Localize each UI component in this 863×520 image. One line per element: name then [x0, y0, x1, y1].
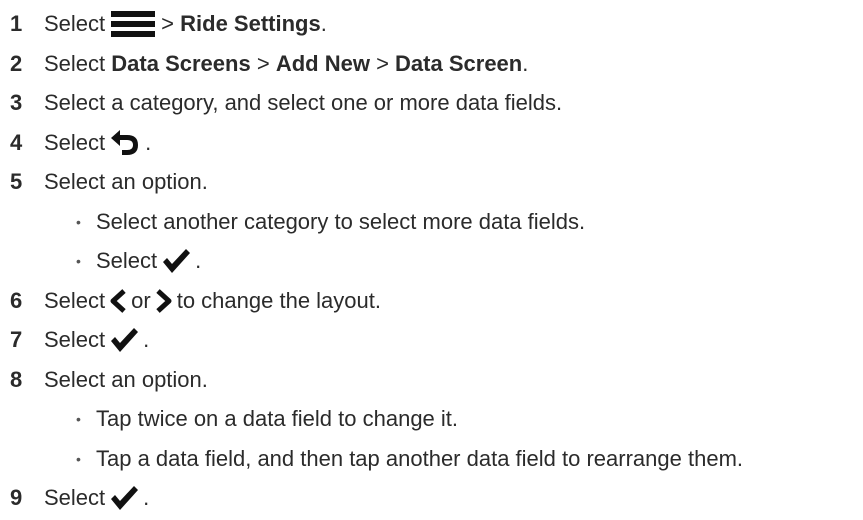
checkmark-icon	[109, 485, 139, 511]
step-text: Select	[44, 11, 106, 36]
option-text: Tap twice on a data field to change it.	[96, 406, 459, 431]
punctuation: .	[143, 327, 150, 352]
step-number: 3	[10, 90, 23, 115]
step-text: Select	[44, 485, 106, 510]
punctuation: .	[143, 485, 150, 510]
step-7: 7 Select .	[10, 322, 149, 358]
punctuation: .	[522, 50, 529, 76]
option-text: Select	[96, 248, 158, 273]
bullet: •	[76, 213, 81, 230]
step-5: 5 Select an option.	[10, 164, 208, 200]
step-text: Select	[44, 287, 106, 313]
step-number: 4	[10, 129, 23, 155]
menu-item-ride-settings: Ride Settings	[180, 11, 321, 36]
bullet: •	[76, 253, 81, 269]
step-5-option-2: • Select .	[76, 243, 201, 279]
step-8-option-2: • Tap a data field, and then tap another…	[76, 441, 743, 477]
step-6: 6 Select or to change the layout.	[10, 283, 381, 319]
option-text: Select another category to select more d…	[96, 208, 586, 234]
step-number: 6	[10, 287, 23, 313]
menu-item-data-screens: Data Screens	[111, 50, 251, 76]
separator: >	[161, 11, 175, 36]
menu-item-add-new: Add New	[275, 50, 370, 76]
step-text: Select a category, and select one or mor…	[44, 90, 563, 115]
menu-icon	[109, 9, 157, 39]
punctuation: .	[320, 11, 327, 36]
punctuation: .	[145, 129, 152, 155]
step-text: Select	[44, 129, 106, 155]
step-number: 5	[10, 169, 23, 194]
back-arrow-icon	[109, 129, 141, 157]
step-9: 9 Select .	[10, 480, 149, 516]
step-3: 3 Select a category, and select one or m…	[10, 85, 562, 121]
step-number: 7	[10, 327, 23, 352]
instructions-page: 1 Select > Ride Settings . 2 Select Data…	[0, 0, 863, 520]
chevron-left-icon	[109, 288, 127, 313]
step-number: 8	[10, 366, 23, 392]
step-number: 1	[10, 11, 23, 36]
bullet: •	[76, 450, 81, 467]
bullet: •	[76, 411, 81, 427]
punctuation: .	[195, 248, 202, 273]
step-8-option-1: • Tap twice on a data field to change it…	[76, 401, 458, 437]
step-5-option-1: • Select another category to select more…	[76, 204, 585, 240]
option-text: Tap a data field, and then tap another d…	[96, 445, 744, 471]
separator: >	[256, 50, 270, 76]
step-text: Select an option.	[44, 366, 208, 392]
separator: >	[376, 50, 389, 76]
step-text: to change the layout.	[176, 287, 381, 313]
step-text: Select an option.	[44, 169, 208, 194]
step-number: 2	[10, 50, 23, 76]
step-1: 1 Select > Ride Settings .	[10, 6, 327, 42]
menu-item-data-screen: Data Screen	[395, 50, 523, 76]
step-text: Select	[44, 50, 106, 76]
checkmark-icon	[109, 327, 139, 353]
step-2: 2 Select Data Screens > Add New > Data S…	[10, 46, 528, 82]
step-4: 4 Select .	[10, 125, 151, 161]
step-number: 9	[10, 485, 23, 510]
step-8: 8 Select an option.	[10, 362, 208, 398]
step-text: or	[131, 287, 151, 313]
step-text: Select	[44, 327, 106, 352]
checkmark-icon	[161, 248, 191, 274]
chevron-right-icon	[155, 288, 173, 313]
